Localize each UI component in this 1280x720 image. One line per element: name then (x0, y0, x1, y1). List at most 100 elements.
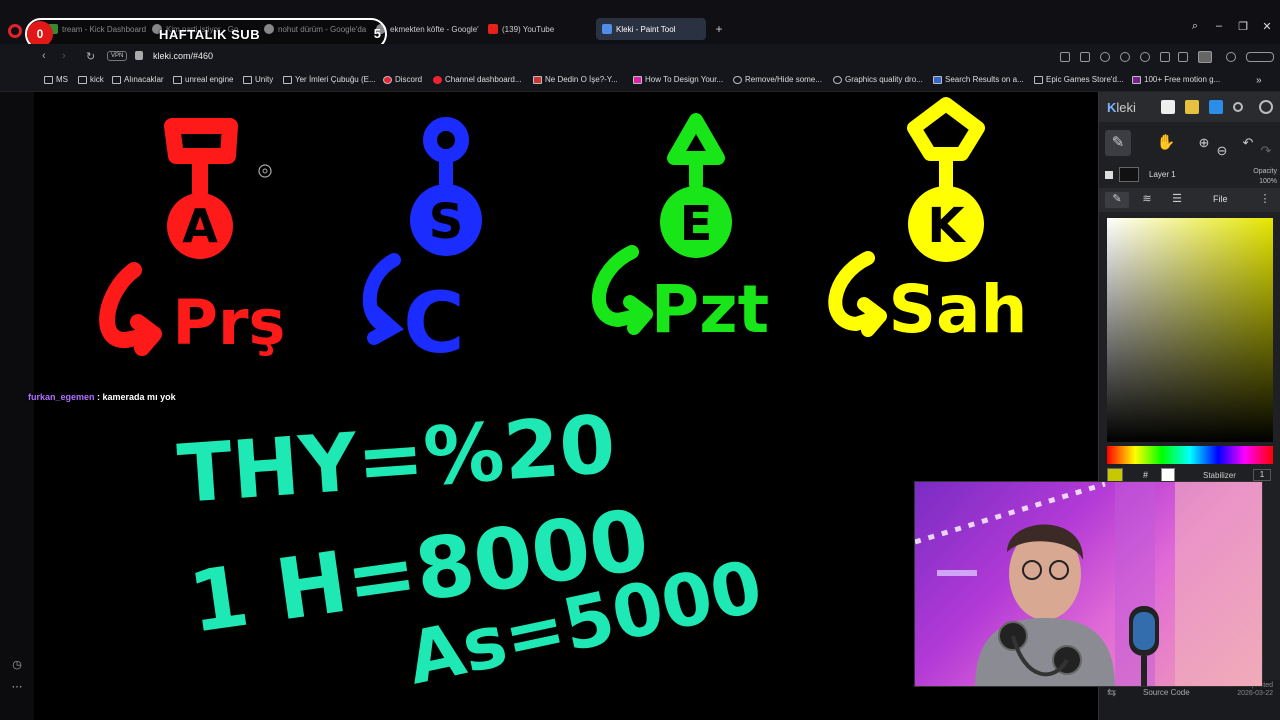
url-field[interactable]: kleki.com/#460 (153, 51, 213, 61)
kleki-logo[interactable]: Kleki (1107, 100, 1136, 115)
bookmark-label: unreal engine (185, 75, 234, 84)
new-tab-plus-icon[interactable]: + (712, 22, 726, 36)
bookmark-discord[interactable]: Discord (383, 75, 422, 84)
bookmark-epic-games[interactable]: Epic Games Store'd... (1034, 75, 1124, 84)
bookmark-how-to-design[interactable]: How To Design Your... (633, 75, 723, 84)
bookmark-ms[interactable]: MS (44, 75, 68, 84)
heart-icon[interactable] (1140, 52, 1150, 62)
send-icon[interactable] (1060, 52, 1070, 62)
gear-icon (833, 75, 842, 84)
tab-kleki[interactable]: Kleki - Paint Tool (596, 18, 706, 40)
bookmark-yer-imleri[interactable]: Yer İmleri Çubuğu (E... (283, 75, 376, 84)
figure-yellow-letter: K (927, 198, 966, 254)
address-bar-row: ‹ › ↻ VPN kleki.com/#460 (0, 44, 1280, 70)
bookmark-label: Channel dashboard... (445, 75, 522, 84)
folder-icon (173, 75, 182, 84)
aria-ai-icon[interactable] (1246, 52, 1274, 62)
lock-icon[interactable] (135, 51, 143, 60)
maximize-icon[interactable]: ❐ (1234, 20, 1252, 33)
tab-layers-icon[interactable]: ≋ (1135, 192, 1159, 208)
history-clock-icon[interactable]: ◷ (10, 658, 24, 672)
redo-icon[interactable]: ↷ (1253, 138, 1279, 164)
hand-tool-icon[interactable]: ✋ (1153, 130, 1179, 156)
eyedropper-icon[interactable] (1107, 468, 1123, 482)
swap-icon[interactable]: ⇆ (1107, 686, 1116, 699)
layer-name: Layer 1 (1149, 170, 1176, 179)
kleki-header: Kleki (1099, 92, 1280, 122)
folder-icon (283, 75, 292, 84)
bookmark-remove-hide[interactable]: Remove/Hide some... (733, 75, 822, 84)
folder-icon (112, 75, 121, 84)
layer-opacity[interactable]: Opacity 100% (1253, 167, 1277, 187)
opera-logo-icon[interactable] (8, 24, 22, 38)
bookmarks-overflow-icon[interactable]: » (1256, 75, 1262, 86)
save-download-icon[interactable] (1209, 100, 1223, 114)
bookmark-unity[interactable]: Unity (243, 75, 273, 84)
site-icon (933, 75, 942, 84)
hex-input-icon[interactable]: # (1143, 470, 1148, 480)
layer-thumbnail (1119, 167, 1139, 182)
stabilizer-select[interactable]: 1 (1253, 469, 1271, 481)
minimize-icon[interactable]: – (1210, 20, 1228, 32)
bookmark-ne-dedin[interactable]: Ne Dedin O İşe?-Y... (533, 75, 618, 84)
folder-icon (78, 75, 87, 84)
open-folder-icon[interactable] (1185, 100, 1199, 114)
tab-brush-icon[interactable]: ✎ (1105, 192, 1129, 208)
bookmark-label: kick (90, 75, 104, 84)
tab-google-search-3[interactable]: ekmekten köfte - Google' (370, 18, 484, 40)
bookmark-unreal-engine[interactable]: unreal engine (173, 75, 233, 84)
hue-slider[interactable] (1107, 446, 1273, 464)
bookmark-kick[interactable]: kick (78, 75, 104, 84)
new-image-icon[interactable] (1161, 100, 1175, 114)
sub-count: 5 (373, 26, 381, 41)
bookmark-label: Search Results on a... (945, 75, 1024, 84)
site-icon (1132, 75, 1141, 84)
figure-blue-letter: S (429, 194, 464, 250)
secondary-color-swatch[interactable] (1161, 468, 1175, 482)
bookmark-free-motion[interactable]: 100+ Free motion g... (1132, 75, 1220, 84)
reload-icon[interactable]: ↻ (86, 50, 95, 63)
share-icon[interactable] (1233, 102, 1243, 112)
back-icon[interactable]: ‹ (42, 50, 46, 62)
profile-avatar-icon[interactable] (1198, 51, 1212, 63)
more-menu-icon[interactable]: ⋮ (1253, 192, 1277, 208)
camera-icon[interactable] (1080, 52, 1090, 62)
opacity-value: 100% (1259, 178, 1277, 185)
zoom-out-icon[interactable]: ⊖ (1209, 138, 1235, 164)
stabilizer-label: Stabilizer (1203, 471, 1236, 480)
figure-green-letter: E (680, 196, 713, 252)
chat-text: kamerada mı yok (102, 392, 176, 402)
bookmark-label: Ne Dedin O İşe?-Y... (545, 75, 618, 84)
bookmark-graphics-quality[interactable]: Graphics quality dro... (833, 75, 923, 84)
bookmark-channel-dashboard[interactable]: Channel dashboard... (433, 75, 522, 84)
bookmark-label: Alınacaklar (124, 75, 164, 84)
forward-icon[interactable]: › (62, 50, 66, 62)
shield-icon[interactable] (1100, 52, 1110, 62)
settings-icon[interactable] (1226, 52, 1236, 62)
chat-separator: : (94, 392, 103, 402)
webcam-image (915, 482, 1262, 686)
color-saturation-value-picker[interactable] (1107, 218, 1273, 442)
bookmark-label: How To Design Your... (645, 75, 724, 84)
brush-tool-icon[interactable]: ✎ (1105, 130, 1131, 156)
source-code-link[interactable]: Source Code (1143, 688, 1190, 697)
tab-file[interactable]: File (1213, 194, 1228, 204)
menu-lines-icon[interactable] (1178, 52, 1188, 62)
help-icon[interactable] (1259, 100, 1273, 114)
easy-setup-icon[interactable] (1160, 52, 1170, 62)
tab-youtube[interactable]: (139) YouTube (482, 18, 592, 40)
figure-yellow-arrow (828, 251, 887, 337)
more-options-icon[interactable]: ⋯ (10, 680, 24, 694)
bookmark-alinacaklar[interactable]: Alınacaklar (112, 75, 164, 84)
bookmark-label: Unity (255, 75, 274, 84)
tab-adjust-icon[interactable]: ☰ (1165, 192, 1189, 208)
search-tabs-icon[interactable]: ⌕ (1186, 20, 1204, 33)
extension-icon[interactable] (1120, 52, 1130, 62)
vpn-badge[interactable]: VPN (107, 51, 128, 61)
logo-letter: K (1107, 100, 1117, 115)
close-window-icon[interactable]: ✕ (1258, 20, 1276, 33)
bookmark-search-results[interactable]: Search Results on a... (933, 75, 1024, 84)
layer-row[interactable]: Layer 1 Opacity 100% (1099, 164, 1280, 186)
layer-visibility-checkbox[interactable] (1105, 171, 1113, 179)
tab-label: ekmekten köfte - Google' (390, 24, 479, 34)
